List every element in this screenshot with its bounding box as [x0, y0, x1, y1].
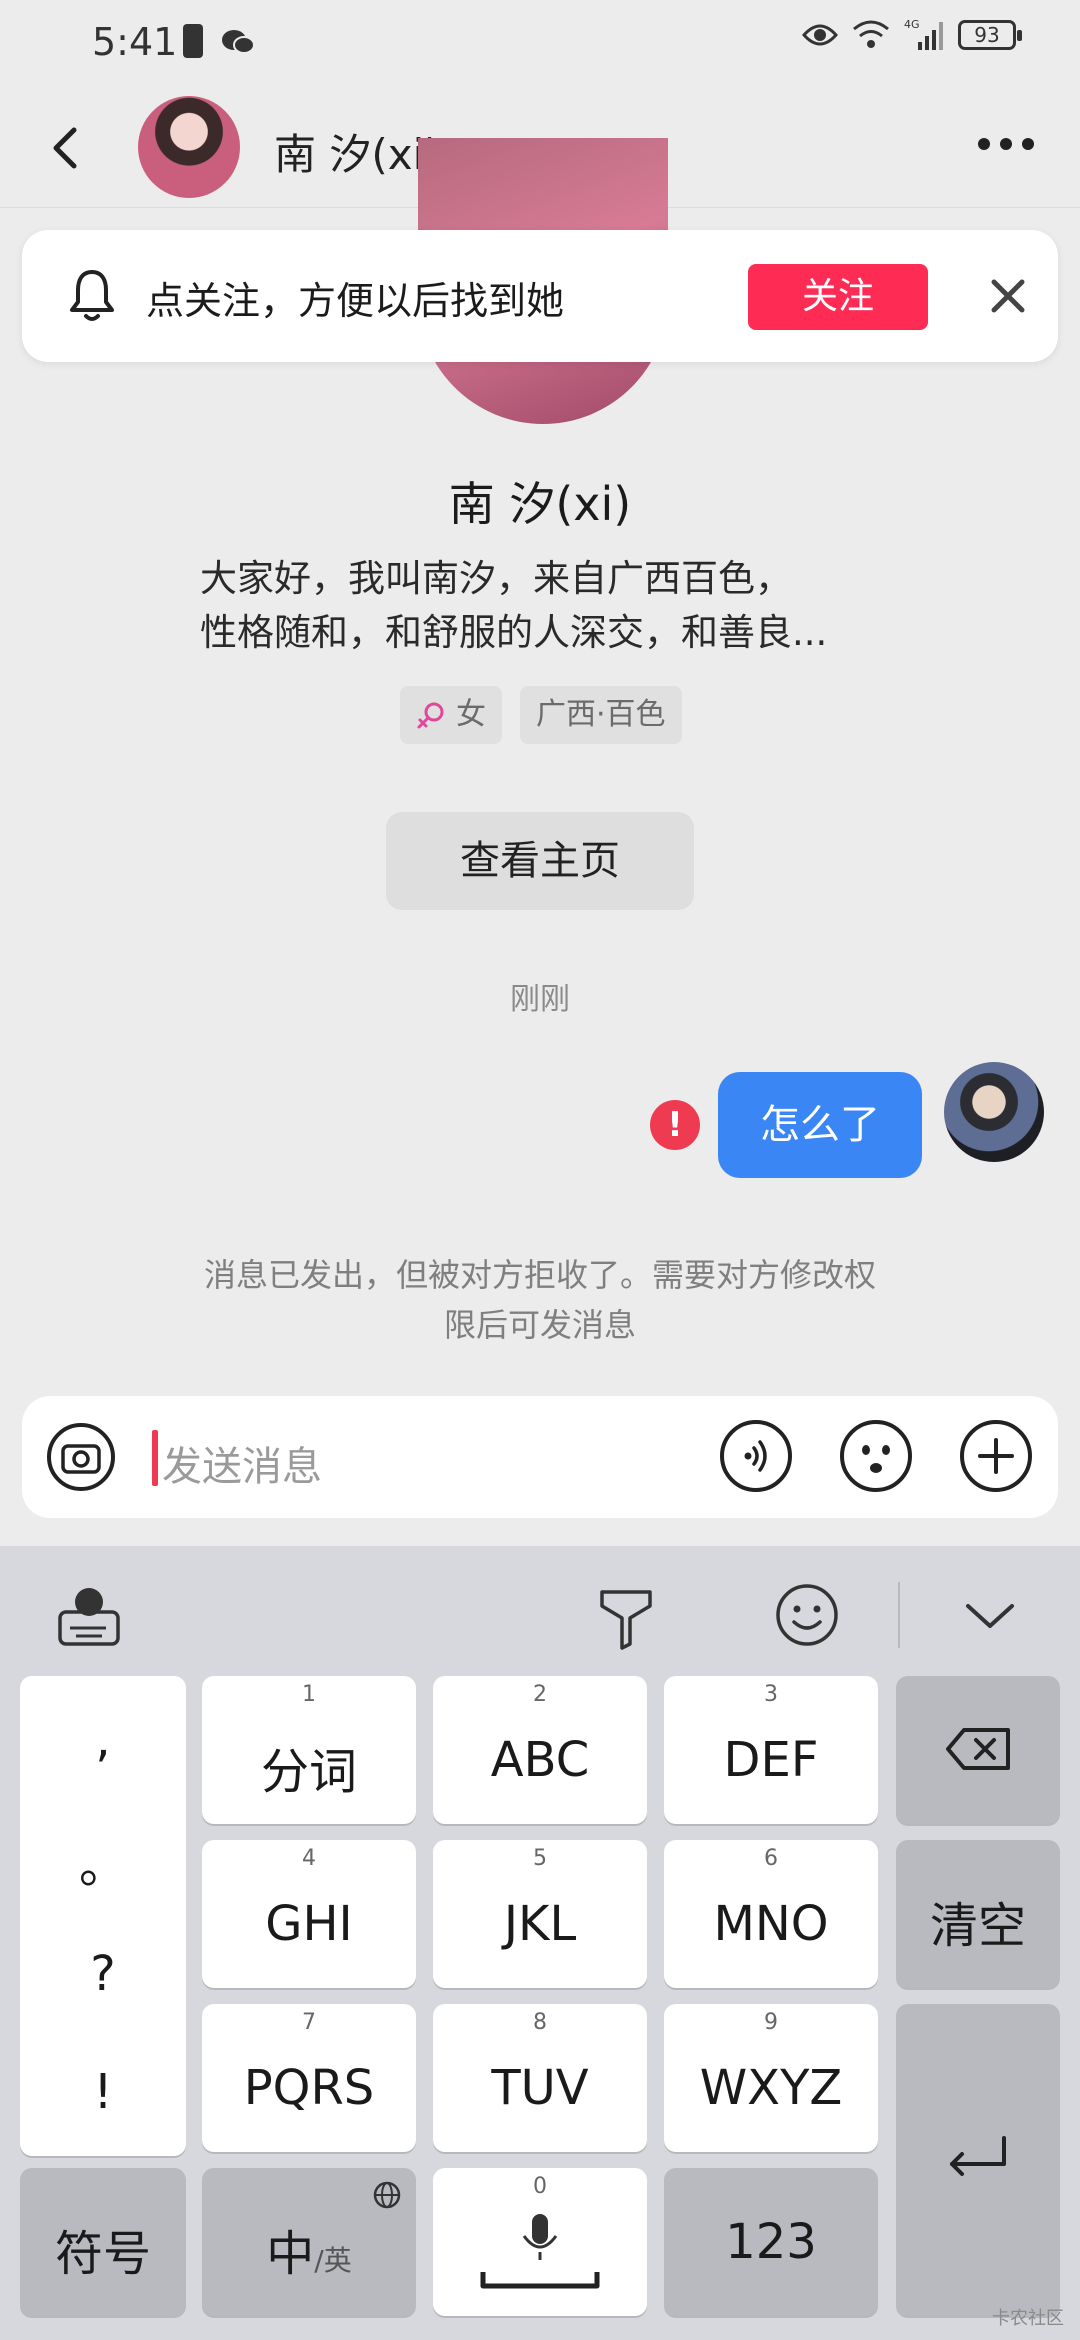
- enter-key[interactable]: [896, 2004, 1060, 2316]
- voice-icon[interactable]: [718, 1418, 794, 1494]
- rejection-notice: 消息已发出，但被对方拒收了。需要对方修改权 限后可发消息: [180, 1250, 900, 1350]
- message-bubble[interactable]: 怎么了: [718, 1072, 922, 1178]
- profile-bio: 大家好，我叫南汐，来自广西百色， 性格随和，和舒服的人深交，和善良...: [200, 552, 900, 660]
- punctuation-column[interactable]: , 。 ? !: [20, 1676, 186, 2156]
- microphone-space-icon: [480, 2214, 600, 2289]
- gender-tag: 女: [400, 686, 502, 744]
- language-switch-key[interactable]: 中/英: [202, 2168, 416, 2316]
- wechat-icon: [222, 30, 255, 54]
- profile-tags: 女 广西·百色: [400, 686, 682, 744]
- gender-label: 女: [456, 697, 486, 732]
- cellular-signal-icon: 4G: [904, 18, 943, 50]
- bio-line-1: 大家好，我叫南汐，来自广西百色，: [200, 557, 792, 600]
- punct-period[interactable]: 。: [20, 1826, 186, 1896]
- bell-icon: [70, 270, 114, 321]
- notice-line-1: 消息已发出，但被对方拒收了。需要对方修改权: [203, 1256, 876, 1294]
- my-avatar[interactable]: [944, 1062, 1044, 1162]
- key-1[interactable]: 1 分词: [202, 1676, 416, 1824]
- message-timestamp: 刚刚: [510, 982, 570, 1017]
- emoji-icon[interactable]: [838, 1418, 914, 1494]
- follow-banner-text: 点关注，方便以后找到她: [146, 279, 565, 323]
- globe-icon: [373, 2181, 401, 2209]
- key-6[interactable]: 6 MNO: [664, 1840, 878, 1988]
- more-options-icon[interactable]: [978, 138, 1034, 150]
- keyboard-globe-icon[interactable]: [56, 1582, 126, 1648]
- network-type-label: 4G: [904, 18, 920, 31]
- bio-line-2: 性格随和，和舒服的人深交，和善良...: [200, 611, 828, 654]
- battery-saver-icon: [183, 24, 203, 58]
- key-5[interactable]: 5 JKL: [433, 1840, 647, 1988]
- contact-avatar[interactable]: [138, 96, 240, 198]
- chevron-down-icon[interactable]: [962, 1600, 1018, 1632]
- text-cursor: [152, 1430, 158, 1486]
- punct-comma[interactable]: ,: [20, 1712, 186, 1768]
- battery-level: 93: [958, 20, 1022, 50]
- enter-icon: [950, 2136, 1006, 2176]
- profile-name: 南 汐(xi): [448, 477, 632, 531]
- add-icon[interactable]: [958, 1418, 1034, 1494]
- notice-line-2: 限后可发消息: [443, 1306, 636, 1344]
- symbols-key[interactable]: 符号: [20, 2168, 186, 2316]
- status-bar: 5:41 4G 93: [0, 0, 1080, 88]
- key-4[interactable]: 4 GHI: [202, 1840, 416, 1988]
- key-2[interactable]: 2 ABC: [433, 1676, 647, 1824]
- lang-sub-label: /英: [314, 2244, 352, 2277]
- send-failed-icon[interactable]: !: [650, 1100, 700, 1150]
- clear-key[interactable]: 清空: [896, 1840, 1060, 1988]
- female-icon: [417, 702, 444, 729]
- punct-exclaim[interactable]: !: [20, 2064, 186, 2120]
- close-icon[interactable]: [986, 274, 1030, 318]
- toolbar-divider: [898, 1582, 900, 1648]
- key-7[interactable]: 7 PQRS: [202, 2004, 416, 2152]
- number-mode-key[interactable]: 123: [664, 2168, 878, 2316]
- smiley-icon[interactable]: [774, 1582, 840, 1648]
- wifi-icon: [853, 20, 889, 48]
- lang-main-label: 中: [266, 2226, 315, 2282]
- camera-icon[interactable]: [46, 1422, 116, 1492]
- key-8[interactable]: 8 TUV: [433, 2004, 647, 2152]
- backspace-icon: [946, 1728, 1010, 1770]
- watermark: 卡农社区: [992, 2308, 1064, 2329]
- key-9[interactable]: 9 WXYZ: [664, 2004, 878, 2152]
- follow-banner: 点关注，方便以后找到她 关注: [22, 230, 1058, 362]
- message-input-bar: 发送消息: [22, 1396, 1058, 1518]
- key-3[interactable]: 3 DEF: [664, 1676, 878, 1824]
- backspace-key[interactable]: [896, 1676, 1060, 1824]
- contact-name[interactable]: 南 汐(xi): [274, 121, 441, 182]
- follow-button[interactable]: 关注: [748, 264, 928, 330]
- keyboard: , 。 ? ! 1 分词 2 ABC 3 DEF 4 GHI 5 JKL 6 M…: [0, 1546, 1080, 2340]
- back-arrow-icon[interactable]: [40, 118, 94, 178]
- space-key[interactable]: 0: [433, 2168, 647, 2316]
- view-homepage-button[interactable]: 查看主页: [386, 812, 694, 910]
- location-tag: 广西·百色: [520, 686, 682, 744]
- keyboard-toolbar: [0, 1546, 1080, 1678]
- brush-icon[interactable]: [596, 1586, 656, 1650]
- message-input[interactable]: 发送消息: [162, 1434, 322, 1492]
- eye-icon: [802, 24, 838, 46]
- punct-question[interactable]: ?: [20, 1946, 186, 2002]
- status-time: 5:41: [92, 20, 178, 64]
